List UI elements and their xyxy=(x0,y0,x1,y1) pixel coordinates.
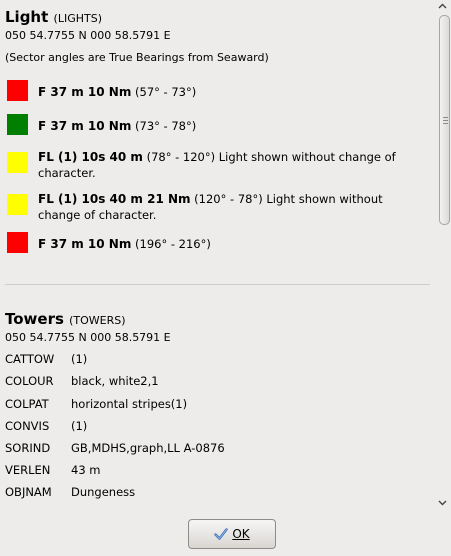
sector-color-swatch xyxy=(7,80,28,101)
attribute-value: GB,MDHS,graph,LL A-0876 xyxy=(71,441,225,455)
attribute-key: VERLEN xyxy=(5,463,51,477)
attribute-key: SORIND xyxy=(5,441,51,455)
thumb-grip-line xyxy=(443,120,448,121)
sector-color-swatch xyxy=(7,114,28,135)
checkmark-icon xyxy=(214,527,229,541)
light-sector-row: FL (1) 10s 40 m 21 Nm (120° - 78°) Light… xyxy=(7,191,387,223)
attribute-value: black, white2,1 xyxy=(71,374,159,388)
attribute-key: COLPAT xyxy=(5,397,49,411)
scrollbar-thumb[interactable] xyxy=(439,15,450,225)
ok-button-label: OK xyxy=(232,527,250,541)
sector-text: FL (1) 10s 40 m (78° - 120°) Light shown… xyxy=(38,150,396,180)
light-sector-row: F 37 m 10 Nm (196° - 216°) xyxy=(7,232,387,254)
vertical-scrollbar[interactable] xyxy=(434,0,451,510)
section-divider xyxy=(5,284,430,285)
arrow-down-icon[interactable] xyxy=(438,498,447,507)
attribute-key: COLOUR xyxy=(5,374,54,388)
light-code: (LIGHTS) xyxy=(53,12,102,25)
attribute-value: (1) xyxy=(71,419,88,433)
sector-text: F 37 m 10 Nm (73° - 78°) xyxy=(38,119,197,133)
light-sector-row: F 37 m 10 Nm (57° - 73°) xyxy=(7,80,387,102)
light-note: (Sector angles are True Bearings from Se… xyxy=(5,51,269,64)
light-position: 050 54.7755 N 000 58.5791 E xyxy=(5,29,171,42)
light-title: Light xyxy=(5,8,49,26)
sector-text: FL (1) 10s 40 m 21 Nm (120° - 78°) Light… xyxy=(38,192,383,222)
towers-position: 050 54.7755 N 000 58.5791 E xyxy=(5,331,171,344)
towers-code: (TOWERS) xyxy=(69,314,126,327)
info-panel: Light (LIGHTS) 050 54.7755 N 000 58.5791… xyxy=(0,0,433,510)
attribute-key: OBJNAM xyxy=(5,485,52,499)
attribute-value: (1) xyxy=(71,352,88,366)
towers-section: Towers (TOWERS) xyxy=(5,310,433,328)
thumb-grip-line xyxy=(443,117,448,118)
thumb-grip-line xyxy=(443,123,448,124)
light-section: Light (LIGHTS) xyxy=(5,8,433,26)
ok-button[interactable]: OK xyxy=(188,519,276,549)
light-sector-row: F 37 m 10 Nm (73° - 78°) xyxy=(7,114,387,136)
light-heading: Light (LIGHTS) xyxy=(5,8,433,26)
attribute-key: CONVIS xyxy=(5,419,50,433)
attribute-value: Dungeness xyxy=(71,485,136,499)
towers-title: Towers xyxy=(5,310,64,328)
attribute-key: CATTOW xyxy=(5,352,55,366)
sector-text: F 37 m 10 Nm (196° - 216°) xyxy=(38,237,211,251)
sector-color-swatch xyxy=(7,194,28,215)
light-sector-row: FL (1) 10s 40 m (78° - 120°) Light shown… xyxy=(7,150,396,182)
scrollbar-track[interactable] xyxy=(437,12,450,498)
attribute-value: horizontal stripes(1) xyxy=(71,397,188,411)
sector-color-swatch xyxy=(7,232,28,253)
towers-heading: Towers (TOWERS) xyxy=(5,310,433,328)
sector-text: F 37 m 10 Nm (57° - 73°) xyxy=(38,85,197,99)
sector-color-swatch xyxy=(7,152,28,173)
attribute-value: 43 m xyxy=(71,463,101,477)
arrow-up-icon[interactable] xyxy=(438,2,447,11)
